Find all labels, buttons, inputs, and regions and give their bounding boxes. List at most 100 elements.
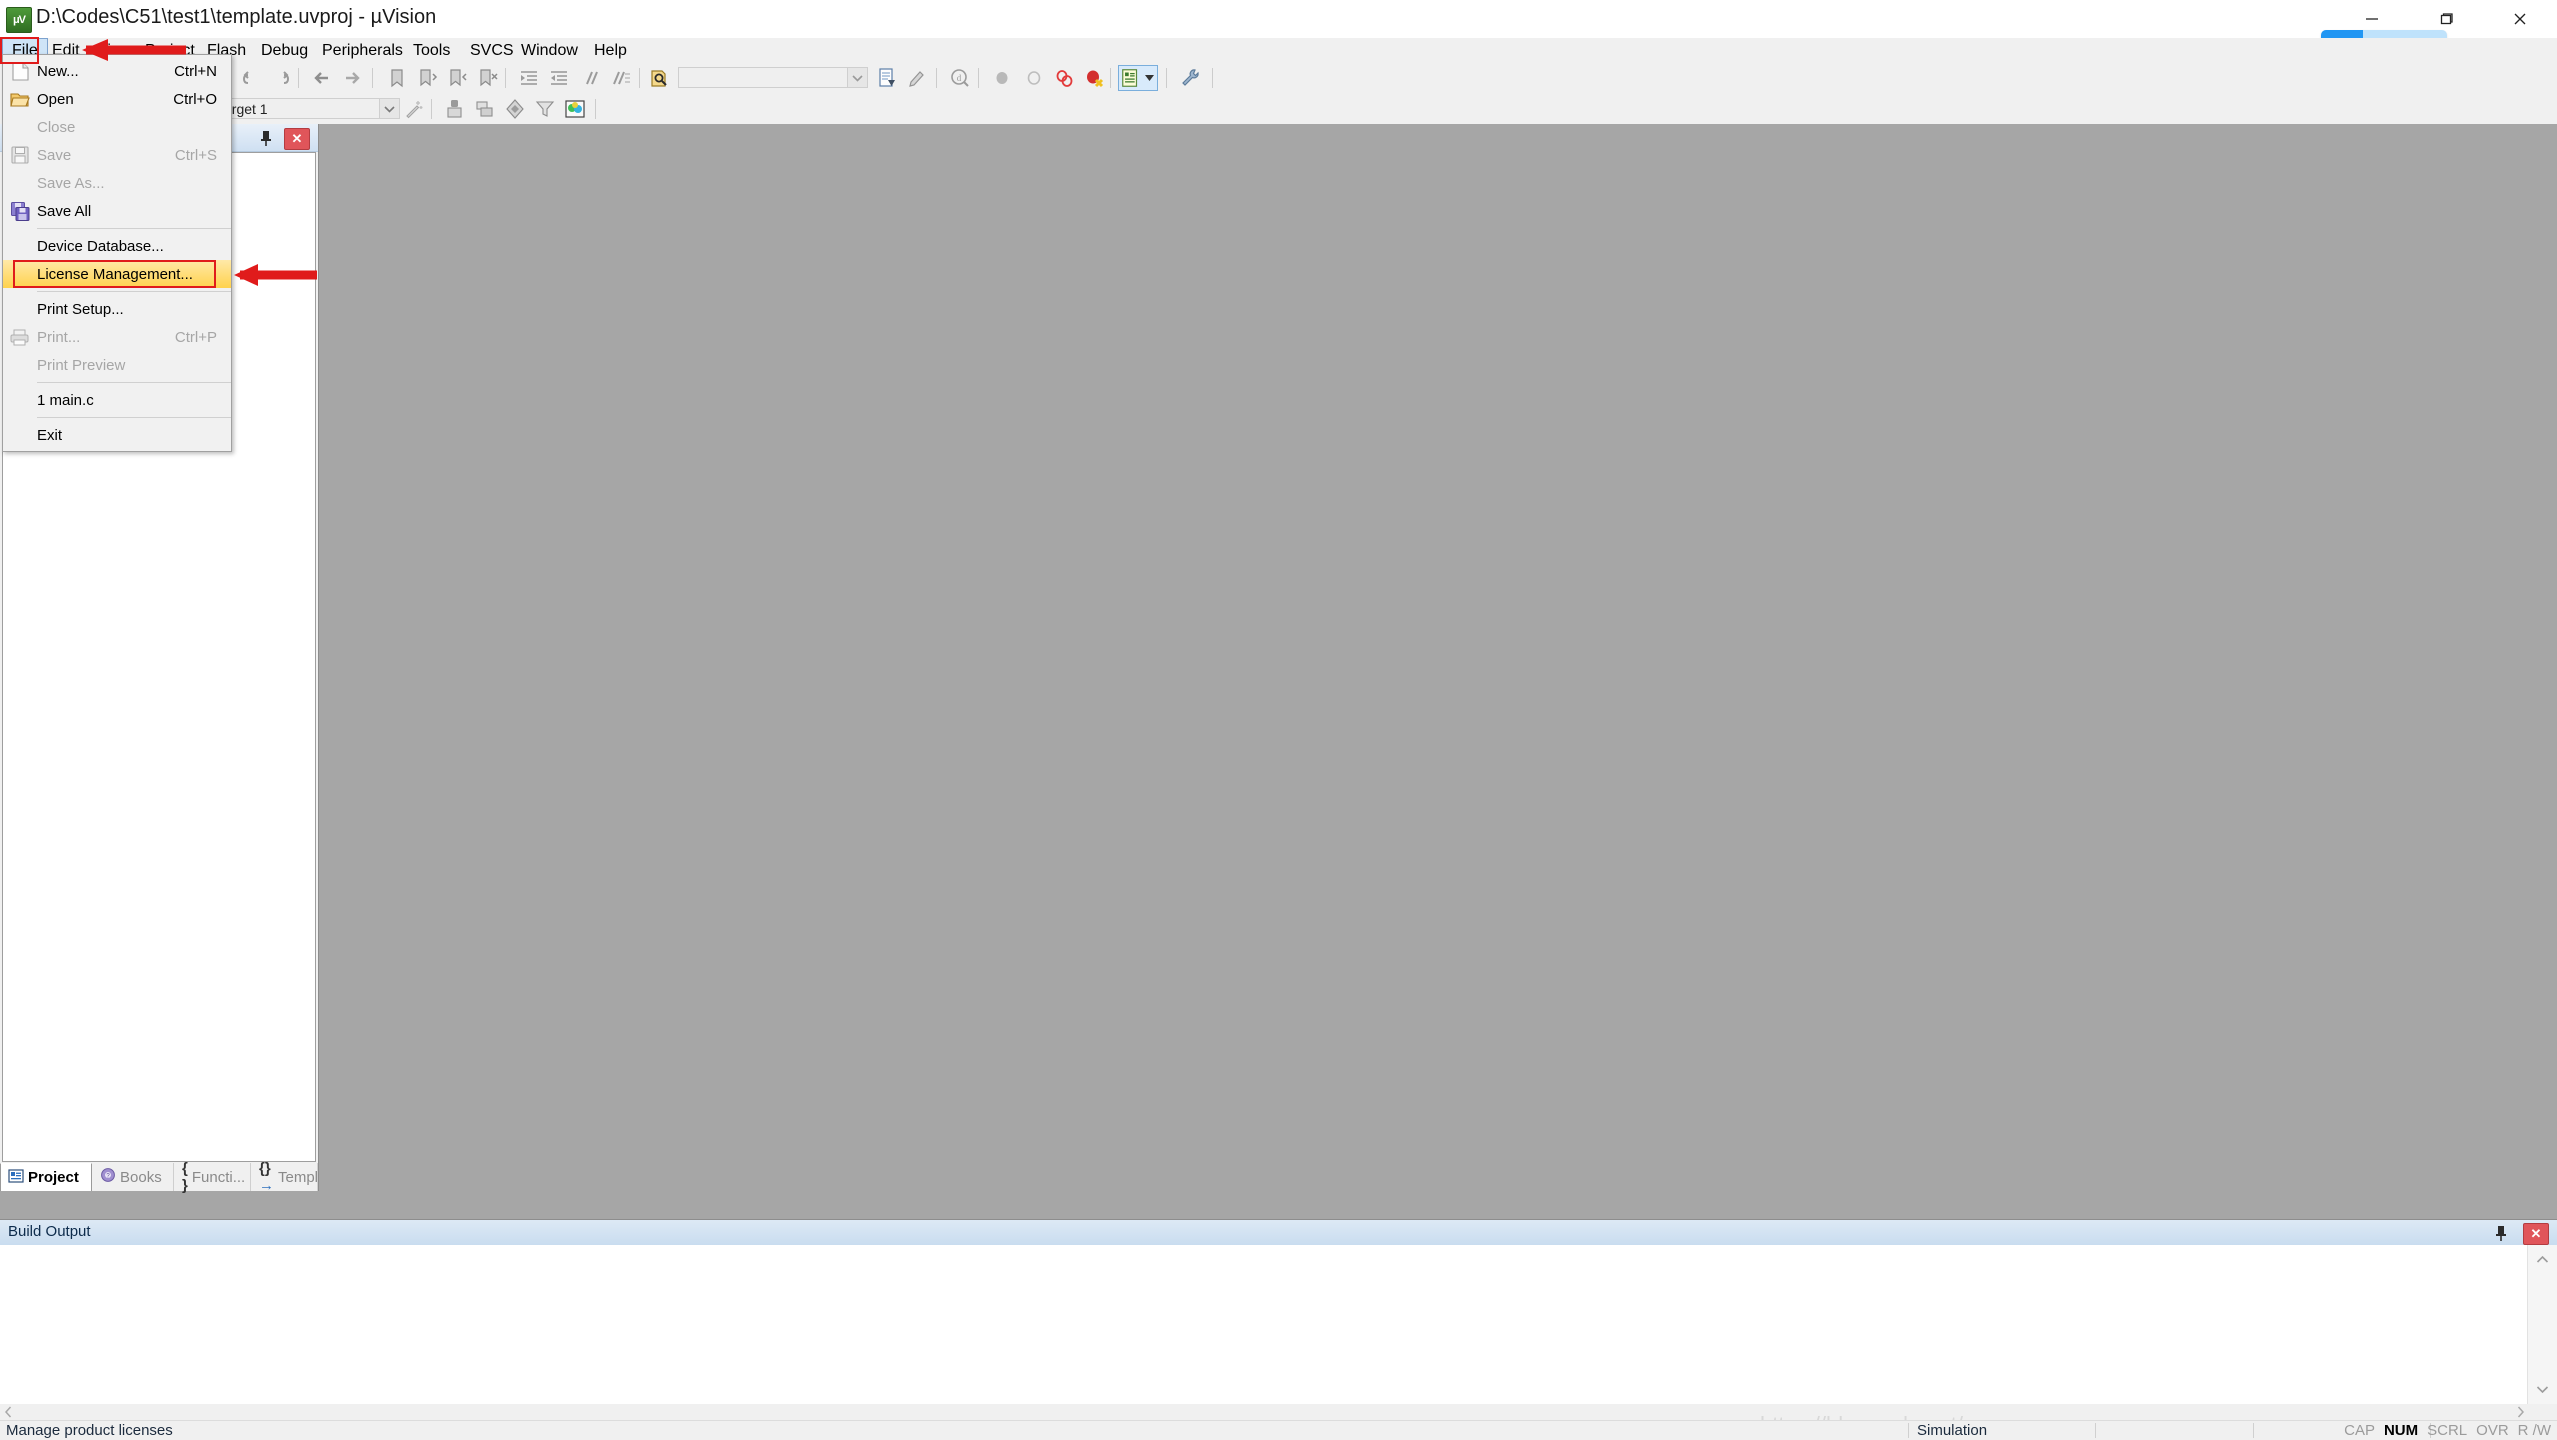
printer-icon [3, 323, 37, 351]
pin-icon[interactable] [2491, 1223, 2511, 1243]
bookmark-toggle-icon[interactable] [385, 66, 409, 90]
close-icon[interactable]: ✕ [284, 128, 310, 150]
find-in-files-icon[interactable] [648, 66, 672, 90]
menu-item-peripherals[interactable]: Peripherals [313, 38, 412, 63]
main-toolbar: d [0, 63, 2557, 94]
goto-definition-icon[interactable] [905, 66, 929, 90]
menu-item-device-database[interactable]: Device Database... [3, 232, 231, 260]
breakpoint-disable-all-icon[interactable] [1082, 66, 1106, 90]
breakpoint-disable-icon[interactable] [1022, 66, 1046, 90]
menu-item-save-all[interactable]: Save All [3, 197, 231, 225]
status-bar: Manage product licenses Simulation CAP N… [0, 1420, 2557, 1440]
toolbar-separator [1110, 68, 1111, 88]
menu-item-print-setup[interactable]: Print Setup... [3, 295, 231, 323]
menu-item-save-all-label: Save All [37, 202, 92, 220]
browse-symbols-icon[interactable]: d [948, 66, 972, 90]
build-wizard-icon[interactable] [402, 97, 426, 121]
toolbar-separator [298, 68, 299, 88]
close-icon[interactable] [2483, 0, 2557, 38]
build-output-scrollbar[interactable] [2527, 1245, 2557, 1404]
find-combo[interactable] [678, 67, 868, 88]
menu-item-save-as-icon-slot [3, 169, 37, 197]
configure-icon[interactable] [1178, 66, 1202, 90]
menu-item-print-setup-label: Print Setup... [37, 300, 124, 318]
tab-books[interactable]: ? Books [93, 1163, 174, 1191]
rebuild-all-icon[interactable] [503, 97, 527, 121]
bookmark-clear-icon[interactable] [475, 66, 499, 90]
svg-text:d: d [957, 73, 962, 83]
menu-bar: File Edit View Project Flash Debug Perip… [0, 38, 2557, 63]
menu-item-print-label: Print... [37, 328, 81, 346]
chevron-down-icon[interactable] [379, 99, 399, 118]
bookmark-prev-icon[interactable] [415, 66, 439, 90]
menu-item-close: Close [3, 113, 231, 141]
toolbar-separator [978, 68, 979, 88]
chevron-up-icon[interactable] [2528, 1245, 2557, 1274]
menu-item-save: Save Ctrl+S [3, 141, 231, 169]
menu-item-close-label: Close [37, 118, 76, 136]
outdent-icon[interactable] [547, 66, 571, 90]
tab-project[interactable]: Project [0, 1163, 92, 1191]
uncomment-icon[interactable] [609, 66, 633, 90]
functions-icon: { } [182, 1160, 188, 1194]
tab-books-label: Books [120, 1168, 162, 1186]
menu-item-close-icon-slot [3, 113, 37, 141]
editor-area[interactable] [319, 124, 2557, 1219]
menu-item-save-as: Save As... [3, 169, 231, 197]
translate-icon[interactable] [443, 97, 467, 121]
build-target-icon[interactable] [473, 97, 497, 121]
title-bar: μV D:\Codes\C51\test1\template.uvproj - … [0, 0, 2557, 38]
menu-separator [37, 417, 231, 418]
status-divider [2253, 1423, 2255, 1438]
menu-item-open-accel: Ctrl+O [173, 90, 217, 108]
build-output-hscrollbar[interactable] [0, 1404, 2557, 1420]
manage-windows-button[interactable] [1118, 65, 1158, 91]
project-icon [8, 1168, 24, 1188]
menu-item-save-label: Save [37, 146, 72, 164]
breakpoint-icon[interactable] [990, 66, 1014, 90]
menu-item-device-database-label: Device Database... [37, 237, 164, 255]
chevron-right-icon[interactable] [2512, 1404, 2528, 1420]
close-icon[interactable]: ✕ [2523, 1223, 2549, 1245]
status-divider [1908, 1423, 1910, 1438]
menu-item-new[interactable]: New... Ctrl+N [3, 57, 231, 85]
redo-icon[interactable] [268, 66, 292, 90]
chevron-down-icon[interactable] [2528, 1375, 2557, 1404]
window-title: D:\Codes\C51\test1\template.uvproj - µVi… [36, 6, 437, 28]
chevron-down-icon[interactable] [847, 68, 867, 87]
pin-icon[interactable] [256, 128, 276, 148]
breakpoint-kill-all-icon[interactable] [1052, 66, 1076, 90]
undo-icon[interactable] [240, 66, 264, 90]
menu-item-window[interactable]: Window [512, 38, 587, 63]
toolbar-separator [505, 68, 506, 88]
menu-item-recent-file-1[interactable]: 1 main.c [3, 386, 231, 414]
insert-bookmark-icon[interactable] [875, 66, 899, 90]
menu-item-new-label: New... [37, 62, 79, 80]
tab-templates[interactable]: {}→ Templ... [252, 1160, 331, 1194]
options-target-icon[interactable] [563, 97, 587, 121]
tab-functions[interactable]: { } Functi... [175, 1160, 251, 1194]
new-file-icon [3, 57, 37, 85]
menu-item-license-management[interactable]: License Management... [3, 260, 231, 288]
indent-icon[interactable] [517, 66, 541, 90]
menu-item-save-as-label: Save As... [37, 174, 105, 192]
menu-item-print-accel: Ctrl+P [174, 328, 217, 346]
menu-item-help[interactable]: Help [585, 38, 636, 63]
menu-item-recent-file-1-icon-slot [3, 386, 37, 414]
status-flags: CAP NUM SCRL OVR R /W [2344, 1422, 2551, 1439]
menu-item-open[interactable]: Open Ctrl+O [3, 85, 231, 113]
menu-item-exit[interactable]: Exit [3, 421, 231, 449]
bookmark-next-icon[interactable] [445, 66, 469, 90]
chevron-left-icon[interactable] [0, 1404, 16, 1420]
menu-item-debug[interactable]: Debug [252, 38, 317, 63]
comment-icon[interactable] [579, 66, 603, 90]
status-flag-cap: CAP [2344, 1422, 2375, 1439]
target-select[interactable]: Target 1 [210, 98, 400, 119]
toolbar-separator [639, 68, 640, 88]
navigate-forward-icon[interactable] [340, 66, 364, 90]
menu-item-tools[interactable]: Tools [404, 38, 459, 63]
build-output-panel[interactable] [0, 1245, 2557, 1404]
batch-build-icon[interactable] [533, 97, 557, 121]
menu-separator [37, 228, 231, 229]
navigate-back-icon[interactable] [310, 66, 334, 90]
